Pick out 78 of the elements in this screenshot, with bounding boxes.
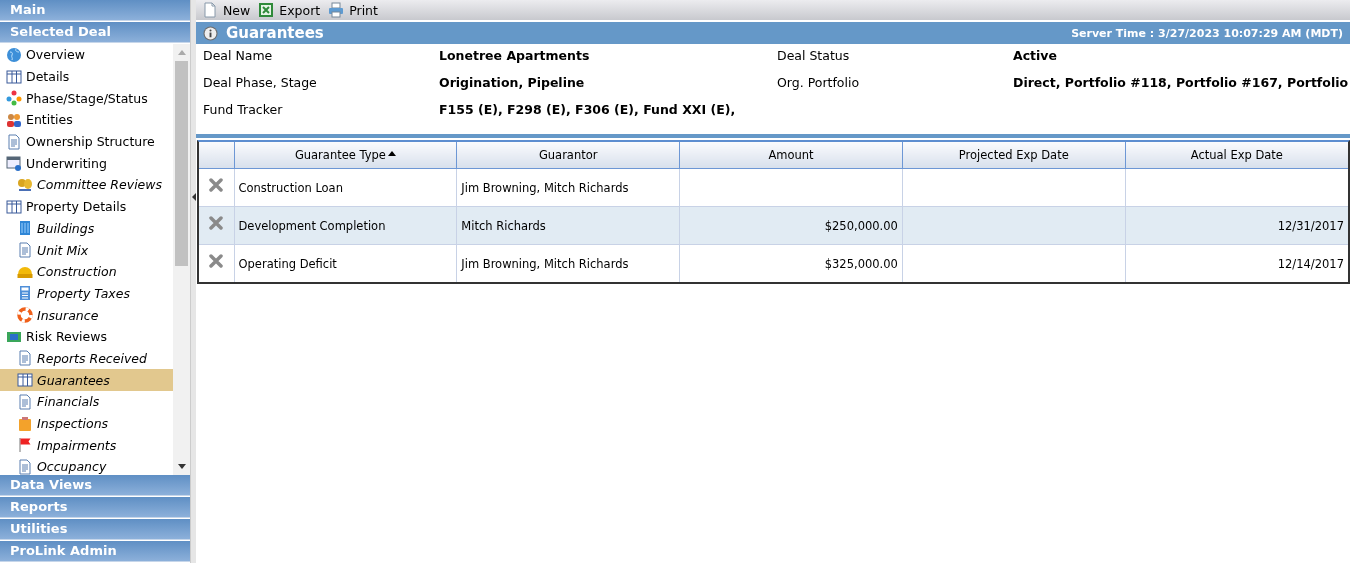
nav-item[interactable]: Occupancy (0, 456, 173, 475)
server-time: Server Time : 3/27/2023 10:07:29 AM (MDT) (1071, 26, 1343, 40)
nav-item[interactable]: Construction (0, 260, 173, 283)
toolbar-button[interactable]: Export (258, 2, 325, 18)
scroll-up-icon[interactable] (177, 50, 186, 55)
table-cell: Jim Browning, Mitch Richards (456, 244, 680, 282)
table-cell: $325,000.00 (679, 244, 903, 282)
field-value: Active (1013, 47, 1058, 65)
doc-icon (17, 458, 33, 475)
scrollbar[interactable] (173, 44, 190, 475)
coins-icon (17, 176, 33, 193)
grid-icon (6, 68, 22, 85)
ring-icon (17, 307, 33, 324)
doc-icon (17, 242, 33, 259)
table-cell: Development Completion (234, 206, 457, 245)
nav-item[interactable]: Reports Received (0, 347, 173, 370)
nav-item[interactable]: Property Details (0, 195, 173, 218)
scrollbar-thumb[interactable] (175, 61, 188, 266)
table-cell: Jim Browning, Mitch Richards (456, 168, 680, 207)
toolbar-button[interactable]: New (202, 2, 255, 18)
window-icon (6, 155, 22, 172)
nav-item[interactable]: Guarantees (0, 369, 173, 391)
info-icon (203, 25, 218, 41)
field-label: Org. Portfolio (777, 74, 861, 92)
field-value: Lonetree Apartments (439, 47, 591, 65)
field-label: Deal Status (777, 47, 851, 65)
nav-item[interactable]: Phase/Stage/Status (0, 87, 173, 110)
doc-icon (17, 393, 33, 410)
table-cell: 12/14/2017 (1125, 244, 1348, 282)
field-label: Deal Phase, Stage (203, 74, 318, 92)
nav-item[interactable]: Financials (0, 391, 173, 413)
delete-icon[interactable] (209, 254, 224, 268)
page-title: Guarantees (226, 24, 324, 42)
nav-item[interactable]: Impairments (0, 434, 173, 457)
clip-icon (17, 415, 33, 432)
table-cell: Mitch Richards (456, 206, 680, 245)
spreadsheet-icon (258, 2, 275, 18)
nav-item[interactable]: Unit Mix (0, 239, 173, 261)
people-icon (6, 111, 22, 128)
scroll-down-icon[interactable] (177, 464, 186, 469)
column-header[interactable]: Guarantee Type (234, 142, 457, 169)
nav-item[interactable]: Risk Reviews (0, 325, 173, 348)
nav-item[interactable]: Entities (0, 109, 173, 131)
header-cell (199, 142, 234, 169)
table-cell: $250,000.00 (679, 206, 903, 245)
table-cell: Construction Loan (234, 168, 457, 207)
grid-icon (6, 198, 22, 215)
nav-item[interactable]: Property Taxes (0, 282, 173, 305)
nav-item[interactable]: Overview (0, 44, 173, 66)
field-value: F155 (E), F298 (E), F306 (E), Fund XXI (E), (439, 101, 737, 119)
flag-icon (17, 437, 33, 454)
column-header[interactable]: Guarantor (456, 142, 680, 169)
doc-icon (6, 133, 22, 150)
doc-icon (17, 350, 33, 367)
nav-item[interactable]: Ownership Structure (0, 130, 173, 153)
calc-icon (17, 285, 33, 302)
grid-icon (17, 372, 33, 389)
nav-item[interactable]: Committee Reviews (0, 174, 173, 196)
nav-item[interactable]: Details (0, 65, 173, 88)
table-cell: 12/31/2017 (1125, 206, 1348, 245)
field-value: Direct, Portfolio #118, Portfolio #167, Portfolio (1013, 74, 1350, 92)
nav-item[interactable]: Inspections (0, 412, 173, 435)
delete-icon[interactable] (209, 216, 224, 230)
table-cell: Operating Deficit (234, 244, 457, 282)
cycle-icon (6, 90, 22, 107)
field-label: Deal Name (203, 47, 274, 65)
nav-item[interactable]: Buildings (0, 217, 173, 240)
building-icon (17, 220, 33, 237)
column-header[interactable]: Amount (679, 142, 903, 169)
delete-icon[interactable] (209, 178, 224, 192)
column-header[interactable]: Actual Exp Date (1125, 142, 1348, 169)
nav-item[interactable]: Insurance (0, 304, 173, 326)
field-label: Fund Tracker (203, 101, 284, 119)
nav-item[interactable]: Underwriting (0, 152, 173, 175)
toolbar-button[interactable]: Print (328, 2, 382, 18)
globe-icon (6, 46, 22, 63)
field-value: Origination, Pipeline (439, 74, 586, 92)
column-header[interactable]: Projected Exp Date (902, 142, 1126, 169)
